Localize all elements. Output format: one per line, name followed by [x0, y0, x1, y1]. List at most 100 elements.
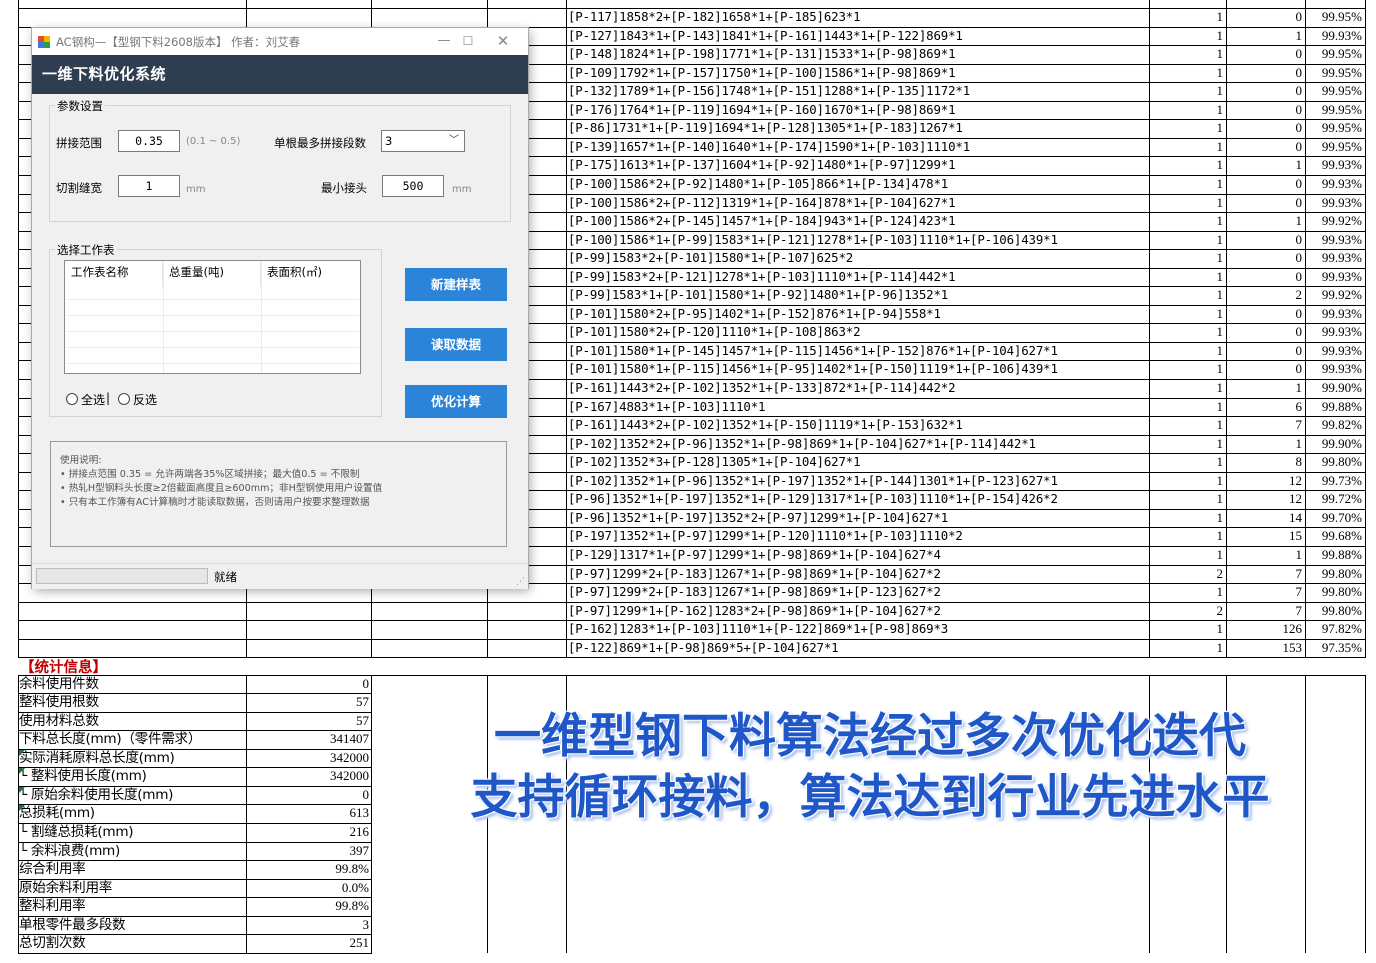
rate-cell[interactable]: 99.93% [1305, 305, 1365, 324]
close-icon[interactable]: ✕ [491, 31, 515, 51]
remnant-cell[interactable]: 1 [1226, 27, 1305, 46]
stat-value[interactable]: 342000 [246, 767, 372, 786]
stat-value[interactable]: 99.8% [246, 897, 372, 916]
rate-cell[interactable]: 99.72% [1305, 490, 1365, 509]
count-cell[interactable]: 1 [1149, 323, 1226, 342]
rate-cell[interactable]: 99.80% [1305, 583, 1365, 602]
pattern-cell[interactable]: [P-100]1586*2+[P-112]1319*1+[P-164]878*1… [567, 194, 1149, 213]
remnant-cell[interactable]: 0 [1226, 268, 1305, 287]
remnant-cell[interactable]: 6 [1226, 398, 1305, 417]
pattern-cell[interactable]: [P-127]1843*1+[P-143]1841*1+[P-161]1443*… [567, 27, 1149, 46]
remnant-cell[interactable]: 0 [1226, 8, 1305, 27]
stat-label[interactable]: 原始余料利用率 [18, 879, 246, 898]
count-cell[interactable]: 1 [1149, 527, 1226, 546]
pattern-cell[interactable]: [P-101]1580*1+[P-115]1456*1+[P-95]1402*1… [567, 360, 1149, 379]
remnant-cell[interactable]: 0 [1226, 249, 1305, 268]
pattern-cell[interactable]: [P-102]1352*1+[P-96]1352*1+[P-197]1352*1… [567, 472, 1149, 491]
rate-cell[interactable]: 99.95% [1305, 45, 1365, 64]
stat-value[interactable]: 0 [246, 786, 372, 805]
remnant-cell[interactable]: 0 [1226, 175, 1305, 194]
pattern-cell[interactable]: [P-162]1283*1+[P-103]1110*1+[P-122]869*1… [567, 620, 1149, 639]
rate-cell[interactable]: 99.80% [1305, 565, 1365, 584]
stat-label[interactable]: 总切割次数 [18, 934, 246, 953]
splice-input[interactable]: 0.35 [118, 130, 180, 152]
count-cell[interactable]: 1 [1149, 194, 1226, 213]
stat-label[interactable]: 下料总长度(mm)（零件需求） [18, 730, 246, 749]
rate-cell[interactable]: 99.88% [1305, 546, 1365, 565]
count-cell[interactable]: 1 [1149, 416, 1226, 435]
remnant-cell[interactable]: 2 [1226, 286, 1305, 305]
stat-label[interactable]: 使用材料总数 [18, 712, 246, 731]
remnant-cell[interactable]: 126 [1226, 620, 1305, 639]
pattern-cell[interactable]: [P-96]1352*1+[P-197]1352*2+[P-97]1299*1+… [567, 509, 1149, 528]
rate-cell[interactable]: 99.90% [1305, 435, 1365, 454]
stat-label[interactable]: 单根零件最多段数 [18, 916, 246, 935]
remnant-cell[interactable]: 1 [1226, 212, 1305, 231]
remnant-cell[interactable]: 8 [1226, 453, 1305, 472]
count-cell[interactable]: 1 [1149, 379, 1226, 398]
col-weight[interactable]: 总重量(吨) [163, 261, 261, 287]
pattern-cell[interactable]: [P-132]1789*1+[P-156]1748*1+[P-151]1288*… [567, 82, 1149, 101]
min-joint-input[interactable]: 500 [382, 175, 444, 197]
maximize-icon[interactable]: ☐ [456, 31, 480, 51]
count-cell[interactable]: 1 [1149, 620, 1226, 639]
pattern-cell[interactable]: [P-100]1586*2+[P-145]1457*1+[P-184]943*1… [567, 212, 1149, 231]
rate-cell[interactable]: 99.95% [1305, 82, 1365, 101]
stat-value[interactable]: 3 [246, 916, 372, 935]
pattern-cell[interactable]: [P-167]4883*1+[P-103]1110*1 [567, 398, 1149, 417]
remnant-cell[interactable]: 7 [1226, 602, 1305, 621]
count-cell[interactable]: 1 [1149, 435, 1226, 454]
count-cell[interactable]: 1 [1149, 453, 1226, 472]
stat-label[interactable]: └ 原始余料使用长度(mm) [18, 786, 246, 805]
stat-value[interactable]: 0 [246, 675, 372, 694]
rate-cell[interactable]: 99.93% [1305, 231, 1365, 250]
stat-value[interactable]: 0.0% [246, 879, 372, 898]
pattern-cell[interactable]: [P-100]1586*1+[P-99]1583*1+[P-121]1278*1… [567, 231, 1149, 250]
count-cell[interactable]: 1 [1149, 472, 1226, 491]
rate-cell[interactable]: 99.93% [1305, 323, 1365, 342]
rate-cell[interactable]: 99.95% [1305, 119, 1365, 138]
title-bar[interactable]: AC钢构—【型钢下料2608版本】 作者：刘艾春 — ☐ ✕ [32, 28, 528, 55]
count-cell[interactable]: 1 [1149, 212, 1226, 231]
pattern-cell[interactable]: [P-97]1299*2+[P-183]1267*1+[P-98]869*1+[… [567, 583, 1149, 602]
rate-cell[interactable]: 99.95% [1305, 138, 1365, 157]
pattern-cell[interactable]: [P-99]1583*1+[P-101]1580*1+[P-92]1480*1+… [567, 286, 1149, 305]
rate-cell[interactable]: 99.90% [1305, 379, 1365, 398]
count-cell[interactable]: 1 [1149, 231, 1226, 250]
minimize-icon[interactable]: — [432, 31, 456, 51]
stat-value[interactable]: 341407 [246, 730, 372, 749]
count-cell[interactable]: 1 [1149, 101, 1226, 120]
pattern-cell[interactable]: [P-161]1443*2+[P-102]1352*1+[P-133]872*1… [567, 379, 1149, 398]
count-cell[interactable]: 2 [1149, 565, 1226, 584]
col-area[interactable]: 表面积(㎡) [261, 261, 359, 287]
count-cell[interactable]: 1 [1149, 305, 1226, 324]
rate-cell[interactable]: 99.92% [1305, 212, 1365, 231]
rate-cell[interactable]: 99.80% [1305, 602, 1365, 621]
pattern-cell[interactable]: [P-100]1586*2+[P-92]1480*1+[P-105]866*1+… [567, 175, 1149, 194]
count-cell[interactable]: 1 [1149, 45, 1226, 64]
remnant-cell[interactable]: 7 [1226, 583, 1305, 602]
remnant-cell[interactable]: 12 [1226, 472, 1305, 491]
count-cell[interactable]: 1 [1149, 64, 1226, 83]
pattern-cell[interactable]: [P-148]1824*1+[P-198]1771*1+[P-131]1533*… [567, 45, 1149, 64]
remnant-cell[interactable]: 0 [1226, 342, 1305, 361]
rate-cell[interactable]: 99.80% [1305, 453, 1365, 472]
remnant-cell[interactable]: 1 [1226, 156, 1305, 175]
rate-cell[interactable]: 99.95% [1305, 64, 1365, 83]
pattern-cell[interactable]: [P-129]1317*1+[P-97]1299*1+[P-98]869*1+[… [567, 546, 1149, 565]
pattern-cell[interactable]: [P-197]1352*1+[P-97]1299*1+[P-120]1110*1… [567, 527, 1149, 546]
remnant-cell[interactable]: 1 [1226, 435, 1305, 454]
stat-label[interactable]: 整料使用根数 [18, 693, 246, 712]
pattern-cell[interactable]: [P-102]1352*3+[P-128]1305*1+[P-104]627*1 [567, 453, 1149, 472]
pattern-cell[interactable]: [P-101]1580*2+[P-120]1110*1+[P-108]863*2 [567, 323, 1149, 342]
remnant-cell[interactable]: 0 [1226, 231, 1305, 250]
rate-cell[interactable]: 99.92% [1305, 286, 1365, 305]
select-all-radio[interactable]: 全选 [66, 391, 105, 408]
stat-value[interactable]: 342000 [246, 749, 372, 768]
count-cell[interactable]: 1 [1149, 27, 1226, 46]
rate-cell[interactable]: 99.93% [1305, 360, 1365, 379]
stat-value[interactable]: 57 [246, 693, 372, 712]
remnant-cell[interactable]: 0 [1226, 305, 1305, 324]
stat-value[interactable]: 57 [246, 712, 372, 731]
count-cell[interactable]: 1 [1149, 175, 1226, 194]
